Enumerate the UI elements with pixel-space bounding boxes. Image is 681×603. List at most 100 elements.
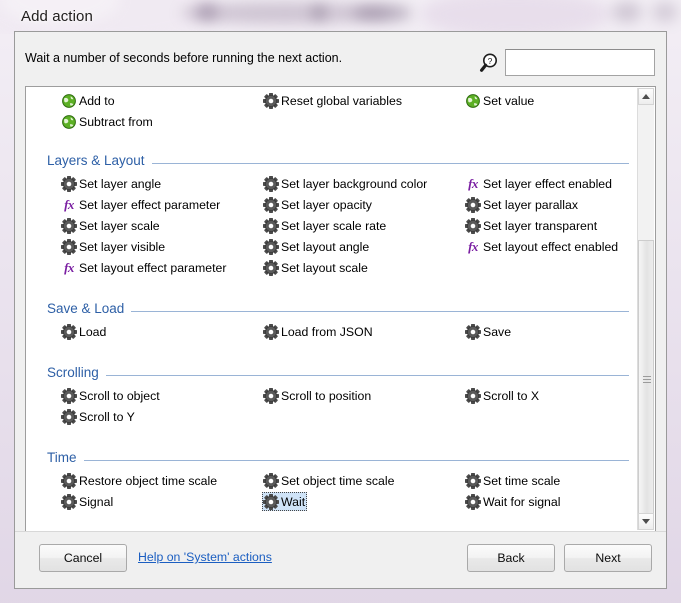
list-scrollbar[interactable] (637, 88, 654, 530)
group-gap (26, 343, 639, 364)
gear-icon (61, 176, 77, 192)
action-row: Signal Wait Wait for signal (26, 492, 639, 513)
instruction-text: Wait a number of seconds before running … (25, 51, 342, 65)
action-item-label: Set layer opacity (281, 198, 372, 212)
action-item[interactable]: Set layer scale rate (262, 216, 388, 235)
action-item[interactable]: Set layer background color (262, 174, 429, 193)
action-row: Add to Reset global variables Set value (26, 91, 639, 112)
action-row: Set layer angle Set layer background colo… (26, 174, 639, 195)
action-item-label: Wait (281, 495, 305, 509)
group-divider (47, 460, 629, 461)
cancel-button[interactable]: Cancel (39, 544, 127, 572)
action-item[interactable]: Set layer opacity (262, 195, 374, 214)
action-item[interactable]: Set layout angle (262, 237, 371, 256)
scrollbar-thumb[interactable] (638, 240, 654, 522)
action-item-label: Set layer parallax (483, 198, 578, 212)
action-item[interactable]: Reset global variables (262, 91, 404, 110)
group-divider (47, 375, 629, 376)
action-group: TimeRestore object time scaleSet object … (26, 449, 639, 532)
gear-icon (263, 260, 279, 276)
action-item[interactable]: Subtract from (60, 112, 155, 131)
action-item[interactable]: Set layer scale (60, 216, 162, 235)
scrollbar-grip-icon (643, 376, 651, 385)
action-item-label: Set layer background color (281, 177, 427, 191)
action-list: Add to Reset global variables Set value Sub… (26, 87, 639, 532)
group-gap (26, 513, 639, 532)
action-item[interactable]: Set time scale (464, 471, 562, 490)
dialog-window: Add action Wait a number of seconds befo… (0, 0, 681, 603)
action-row: fxSet layer effect parameter Set layer op… (26, 195, 639, 216)
action-item[interactable]: Set object time scale (262, 471, 396, 490)
gear-icon (465, 388, 481, 404)
action-row: Load Load from JSON Save (26, 322, 639, 343)
action-item[interactable]: Set layer parallax (464, 195, 580, 214)
dialog-footer: Cancel Help on 'System' actions Back Nex… (15, 531, 666, 588)
action-item-label: Scroll to Y (79, 410, 135, 424)
action-item-label: Wait for signal (483, 495, 560, 509)
action-item-label: Add to (79, 94, 115, 108)
gear-icon (263, 473, 279, 489)
action-row: Restore object time scale Set object time… (26, 471, 639, 492)
action-item-label: Save (483, 325, 511, 339)
action-item[interactable]: Add to (60, 91, 117, 110)
action-row: Set layer visible Set layout angle fxSet l… (26, 237, 639, 258)
action-item[interactable]: Signal (60, 492, 115, 511)
action-item[interactable]: Set value (464, 91, 536, 110)
next-button[interactable]: Next (564, 544, 652, 572)
action-item-label: Scroll to X (483, 389, 539, 403)
action-item-label: Set layer scale (79, 219, 160, 233)
group-rows: Set layer angle Set layer background colo… (26, 174, 639, 279)
scroll-down-arrow-icon[interactable] (638, 513, 654, 530)
gear-icon (263, 176, 279, 192)
action-item[interactable]: fxSet layer effect enabled (464, 174, 614, 193)
group-gap (26, 279, 639, 300)
action-item-label: Set layer effect enabled (483, 177, 612, 191)
action-item[interactable]: Set layout scale (262, 258, 370, 277)
scroll-up-arrow-icon[interactable] (638, 88, 654, 105)
gear-icon (263, 93, 279, 109)
group-rows: Scroll to object Scroll to position Scroll… (26, 386, 639, 428)
gear-icon (263, 197, 279, 213)
search-help-icon: ? (479, 52, 501, 74)
action-item[interactable]: Save (464, 322, 513, 341)
action-item-label: Set time scale (483, 474, 560, 488)
search-input[interactable] (505, 49, 655, 76)
action-item[interactable]: Scroll to Y (60, 407, 137, 426)
action-item[interactable]: fxSet layout effect enabled (464, 237, 620, 256)
group-header: Scrolling (47, 364, 629, 386)
help-link[interactable]: Help on 'System' actions (138, 550, 272, 564)
group-title: Save & Load (47, 301, 131, 316)
fx-icon: fx (61, 197, 77, 213)
action-item[interactable]: Set layer transparent (464, 216, 599, 235)
gear-icon (465, 197, 481, 213)
action-item[interactable]: Load (60, 322, 108, 341)
action-item-selected[interactable]: Wait (262, 492, 307, 511)
action-item[interactable]: Restore object time scale (60, 471, 219, 490)
gear-icon (465, 473, 481, 489)
action-item[interactable]: Load from JSON (262, 322, 375, 341)
gear-icon (263, 388, 279, 404)
action-item-label: Set value (483, 94, 534, 108)
action-item[interactable]: Scroll to X (464, 386, 541, 405)
action-item[interactable]: fxSet layout effect parameter (60, 258, 228, 277)
action-item[interactable]: Scroll to position (262, 386, 373, 405)
action-item-label: Set layer visible (79, 240, 165, 254)
action-item[interactable]: Wait for signal (464, 492, 562, 511)
action-row: Set layer scale Set layer scale rate Set l… (26, 216, 639, 237)
action-list-panel[interactable]: Add to Reset global variables Set value Sub… (25, 86, 656, 532)
action-item[interactable]: Set layer visible (60, 237, 167, 256)
action-item[interactable]: fxSet layer effect parameter (60, 195, 222, 214)
action-item-label: Scroll to position (281, 389, 371, 403)
action-item-label: Load (79, 325, 106, 339)
title-bar: Add action (0, 0, 681, 34)
action-item-label: Set layer transparent (483, 219, 597, 233)
action-item[interactable]: Set layer angle (60, 174, 163, 193)
action-item[interactable]: Scroll to object (60, 386, 162, 405)
back-button[interactable]: Back (467, 544, 555, 572)
gear-icon (263, 494, 279, 510)
fx-icon: fx (61, 260, 77, 276)
gear-icon (465, 324, 481, 340)
group-title: Scrolling (47, 365, 106, 380)
fx-icon: fx (465, 239, 481, 255)
gear-icon (465, 494, 481, 510)
